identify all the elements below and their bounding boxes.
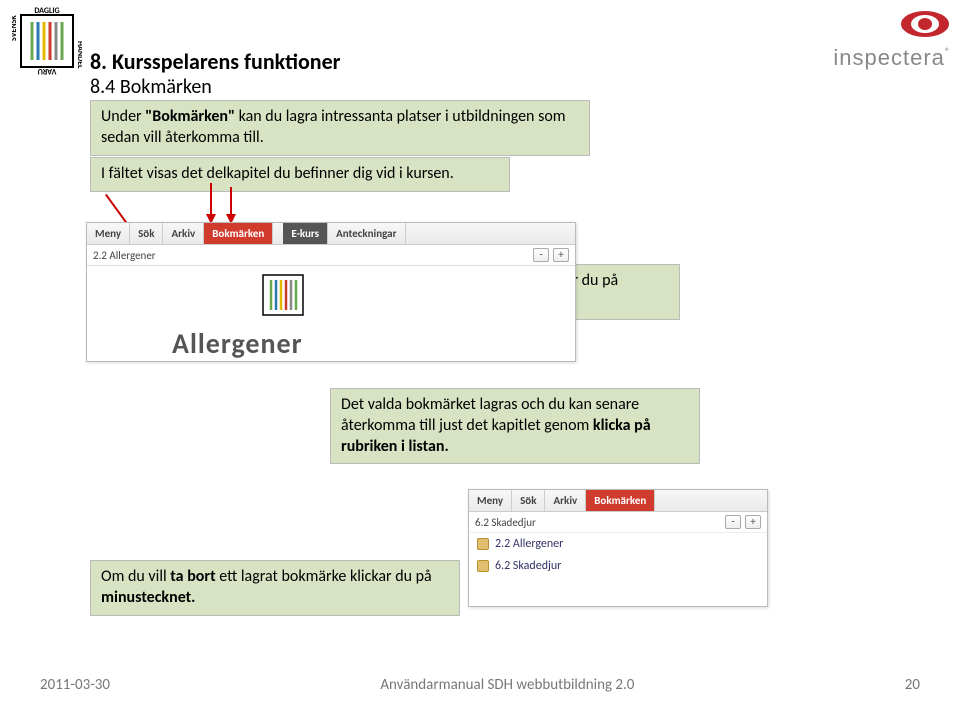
current-chapter: 2.2 Allergener — [93, 249, 156, 262]
callout-remove: Om du vill ta bort ett lagrat bokmärke k… — [90, 560, 460, 616]
tab-bokmarken[interactable]: Bokmärken — [586, 490, 655, 511]
callout-intro: Under "Bokmärken" kan du lagra intressan… — [90, 100, 590, 156]
course-title: Allergener — [172, 326, 303, 361]
footer-title: Användarmanual SDH webbutbildning 2.0 — [380, 676, 634, 694]
inspectera-text: inspectera — [833, 45, 945, 70]
callout-stored: Det valda bokmärket lagras och du kan se… — [330, 388, 700, 464]
svg-text:VARU: VARU — [38, 66, 57, 76]
bookmark-icon — [477, 538, 489, 550]
plus-button[interactable]: + — [553, 248, 569, 262]
bookmark-label: 6.2 Skadedjur — [495, 559, 561, 573]
sdh-mini-logo — [259, 271, 307, 319]
svg-text:HANDEL: HANDEL — [75, 41, 82, 69]
tab-sok[interactable]: Sök — [512, 490, 545, 511]
plus-button[interactable]: + — [745, 515, 761, 529]
tab-sok[interactable]: Sök — [130, 223, 163, 244]
bookmark-row-2: 6.2 Skadedjur - + — [469, 512, 767, 533]
tab-arkiv[interactable]: Arkiv — [163, 223, 204, 244]
subsection-heading: 8.4 Bokmärken — [90, 75, 212, 99]
page-footer: 2011-03-30 Användarmanual SDH webbutbild… — [0, 676, 960, 694]
tab-bar: Meny Sök Arkiv Bokmärken E-kurs Anteckni… — [87, 223, 575, 245]
callout-field: I fältet visas det delkapitel du befinne… — [90, 157, 510, 192]
sdh-logo: SVENSK HANDEL DAGLIG VARU — [12, 6, 82, 76]
registered-icon: ® — [945, 45, 950, 58]
screenshot-bookmark-list: Meny Sök Arkiv Bokmärken 6.2 Skadedjur -… — [468, 489, 768, 607]
bookmark-item[interactable]: 6.2 Skadedjur — [469, 555, 767, 577]
tab-bokmarken[interactable]: Bokmärken — [204, 223, 273, 244]
inspectera-logo: inspectera® — [833, 10, 950, 71]
section-heading: 8. Kursspelarens funktioner — [90, 48, 341, 75]
bookmark-row: 2.2 Allergener - + — [87, 245, 575, 266]
bookmark-item[interactable]: 2.2 Allergener — [469, 533, 767, 555]
tab-bar-2: Meny Sök Arkiv Bokmärken — [469, 490, 767, 512]
bookmark-label: 2.2 Allergener — [495, 537, 563, 551]
footer-page: 20 — [905, 676, 920, 694]
tab-meny[interactable]: Meny — [87, 223, 130, 244]
bookmark-icon — [477, 560, 489, 572]
screenshot-player: Meny Sök Arkiv Bokmärken E-kurs Anteckni… — [86, 222, 576, 362]
tab-ekurs[interactable]: E-kurs — [283, 223, 328, 244]
tab-arkiv[interactable]: Arkiv — [545, 490, 586, 511]
tab-meny[interactable]: Meny — [469, 490, 512, 511]
tab-anteckningar[interactable]: Anteckningar — [328, 223, 405, 244]
current-chapter: 6.2 Skadedjur — [475, 516, 536, 529]
svg-text:DAGLIG: DAGLIG — [34, 6, 59, 16]
minus-button[interactable]: - — [725, 515, 741, 529]
arrow-to-tab — [210, 183, 212, 216]
minus-button[interactable]: - — [533, 248, 549, 262]
arrow-to-tab-2 — [230, 187, 232, 216]
svg-text:SVENSK: SVENSK — [12, 15, 19, 41]
footer-date: 2011-03-30 — [40, 676, 110, 694]
